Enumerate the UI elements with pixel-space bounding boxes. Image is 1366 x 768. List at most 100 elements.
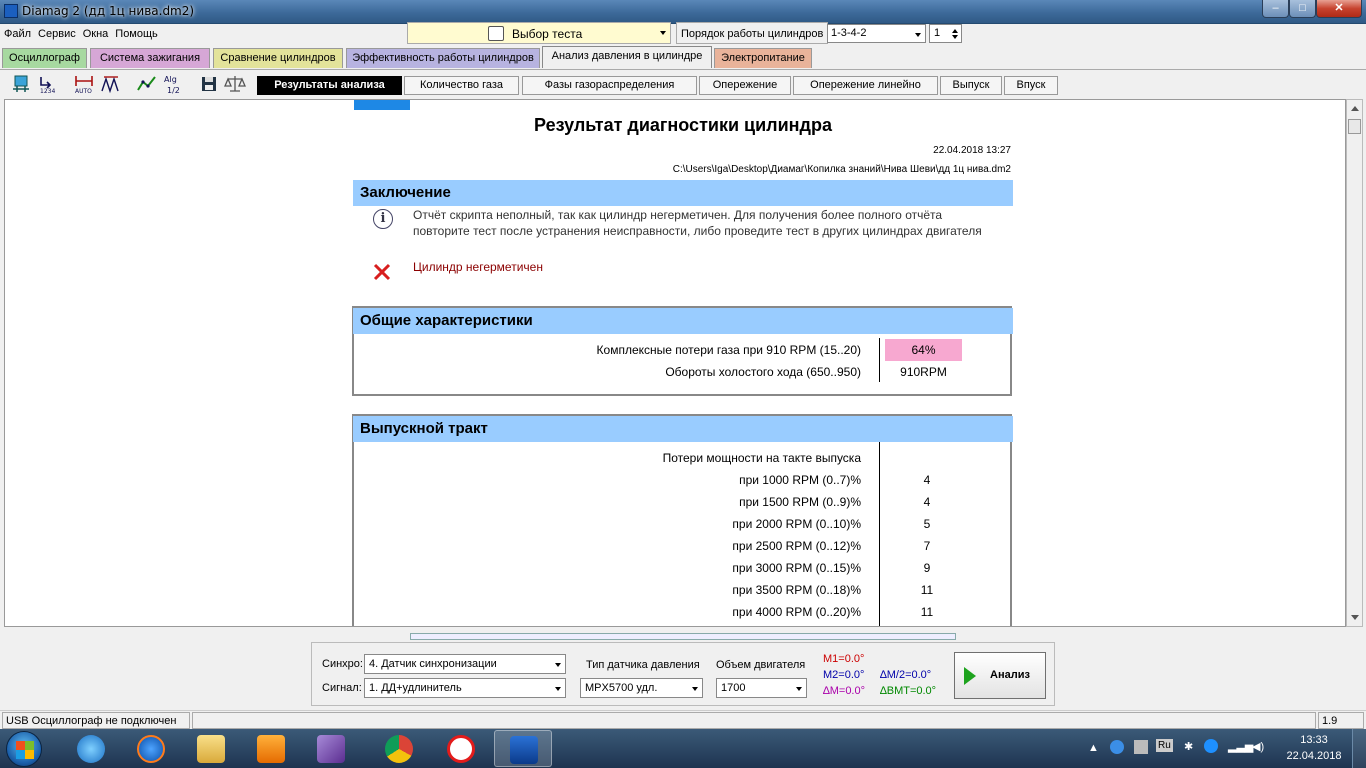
test-select-value: Выбор теста bbox=[512, 27, 583, 41]
chevron-down-icon bbox=[796, 687, 802, 691]
taskbar-chrome[interactable] bbox=[370, 730, 428, 767]
scroll-down-icon[interactable] bbox=[1351, 615, 1359, 620]
tab-cylinder-efficiency[interactable]: Эффективность работы цилиндров bbox=[346, 48, 540, 68]
window-title: Diamag 2 (дд 1ц нива.dm2) bbox=[22, 4, 195, 18]
clock-date: 22.04.2018 bbox=[1286, 750, 1342, 762]
tab-cylinder-compare[interactable]: Сравнение цилиндров bbox=[213, 48, 343, 68]
tab-oscilloscope[interactable]: Осциллограф bbox=[2, 48, 87, 68]
media-player-icon bbox=[257, 735, 285, 763]
engine-volume-select[interactable]: 1700 bbox=[716, 678, 807, 698]
exhaust-row-value: 4 bbox=[923, 473, 931, 487]
tab-analysis-results[interactable]: Результаты анализа bbox=[257, 76, 402, 95]
general-divider bbox=[879, 338, 880, 382]
idle-rpm-label: Обороты холостого хода (650..950) bbox=[665, 365, 861, 379]
windows-logo-lower bbox=[16, 750, 34, 759]
vertical-scrollbar[interactable] bbox=[1346, 99, 1363, 627]
report-date: 22.04.2018 13:27 bbox=[933, 145, 1011, 156]
exhaust-row-label: при 1000 RPM (0..7)% bbox=[739, 473, 861, 487]
status-spacer bbox=[192, 712, 1316, 729]
exhaust-row-label: при 2500 RPM (0..12)% bbox=[732, 539, 861, 553]
tray-monitor-icon[interactable] bbox=[1134, 740, 1148, 754]
taskbar-media-player[interactable] bbox=[242, 730, 300, 767]
report-title: Результат диагностики цилиндра bbox=[534, 115, 832, 135]
tab-exhaust[interactable]: Выпуск bbox=[940, 76, 1002, 95]
usb-status: USB Осциллограф не подключен bbox=[2, 712, 190, 729]
tab-valve-timing[interactable]: Фазы газораспределения bbox=[522, 76, 697, 95]
language-indicator[interactable]: Ru bbox=[1156, 739, 1173, 752]
version-status: 1.9 bbox=[1318, 712, 1364, 729]
bluetooth-icon[interactable]: ✱ bbox=[1184, 740, 1193, 753]
signal-select[interactable]: 1. ДД+удлинитель bbox=[364, 678, 566, 698]
show-desktop-button[interactable] bbox=[1352, 729, 1366, 768]
tray-e-icon[interactable] bbox=[1204, 739, 1218, 753]
cylinder-spinner[interactable]: 1 bbox=[929, 24, 962, 43]
report-area[interactable]: Результат диагностики цилиндра 22.04.201… bbox=[4, 99, 1346, 627]
tab-ignition[interactable]: Система зажигания bbox=[90, 48, 210, 68]
menu-file[interactable]: Файл bbox=[0, 24, 34, 40]
tray-app-icon[interactable] bbox=[1110, 740, 1124, 754]
tab-pressure-analysis[interactable]: Анализ давления в цилиндре bbox=[542, 46, 712, 68]
start-button[interactable] bbox=[6, 731, 42, 767]
test-gear-icon bbox=[488, 26, 504, 41]
maximize-button[interactable]: □ bbox=[1289, 0, 1316, 18]
taskbar-ccleaner[interactable] bbox=[122, 730, 180, 767]
menu-service[interactable]: Сервис bbox=[34, 24, 79, 40]
chevron-down-icon bbox=[692, 687, 698, 691]
gas-loss-label: Комплексные потери газа при 910 RPM (15.… bbox=[596, 343, 861, 357]
tab-intake[interactable]: Впуск bbox=[1004, 76, 1058, 95]
taskbar-explorer[interactable] bbox=[182, 730, 240, 767]
taskbar-diamag[interactable] bbox=[494, 730, 552, 767]
markers-icon[interactable] bbox=[100, 73, 122, 95]
visual-studio-icon bbox=[317, 735, 345, 763]
spin-down-icon[interactable] bbox=[952, 35, 958, 39]
cylinder-icon[interactable] bbox=[10, 73, 32, 95]
status-bar: USB Осциллограф не подключен 1.9 bbox=[0, 710, 1366, 729]
tab-gas-amount[interactable]: Количество газа bbox=[404, 76, 519, 95]
numbering-icon[interactable]: 1234 bbox=[38, 73, 60, 95]
cylinder-order-select[interactable]: 1-3-4-2 bbox=[827, 24, 926, 43]
taskbar-clock[interactable]: 13:33 22.04.2018 bbox=[1282, 732, 1346, 764]
scroll-thumb[interactable] bbox=[1348, 119, 1361, 134]
report-accent-bar bbox=[354, 100, 410, 110]
menu-help[interactable]: Помощь bbox=[111, 24, 161, 40]
tray-expand-icon[interactable]: ▲ bbox=[1088, 742, 1099, 754]
scales-icon[interactable] bbox=[224, 73, 246, 95]
tab-advance-linear[interactable]: Опережение линейно bbox=[793, 76, 938, 95]
chevron-down-icon bbox=[555, 663, 561, 667]
test-select-dropdown[interactable]: Выбор теста bbox=[407, 22, 671, 44]
auto-scale-icon[interactable]: AUTO bbox=[73, 73, 95, 95]
exhaust-row-value: 11 bbox=[920, 583, 934, 597]
scroll-up-icon[interactable] bbox=[1351, 106, 1359, 111]
network-signal-icon[interactable]: ▂▃▅ bbox=[1228, 740, 1253, 753]
sync-select[interactable]: 4. Датчик синхронизации bbox=[364, 654, 566, 674]
save-icon[interactable] bbox=[198, 73, 220, 95]
sensor-type-select[interactable]: MPX5700 удл. bbox=[580, 678, 703, 698]
algorithm-icon[interactable]: Alg 1/2 bbox=[162, 73, 184, 95]
line-graph-icon[interactable] bbox=[136, 73, 158, 95]
tab-power-supply[interactable]: Электропитание bbox=[714, 48, 812, 68]
analyze-button[interactable]: Анализ bbox=[954, 652, 1046, 699]
report-file-path: C:\Users\Iga\Desktop\Диамаг\Копилка знан… bbox=[672, 164, 1011, 175]
taskbar-yandex[interactable] bbox=[432, 730, 490, 767]
panel-splitter[interactable] bbox=[410, 633, 956, 640]
sync-value: 4. Датчик синхронизации bbox=[369, 658, 497, 670]
volume-icon[interactable]: ◀) bbox=[1252, 740, 1264, 753]
clock-time: 13:33 bbox=[1300, 734, 1328, 746]
chevron-down-icon bbox=[555, 687, 561, 691]
sensor-type-label: Тип датчика давления bbox=[586, 659, 700, 671]
minimize-button[interactable]: – bbox=[1262, 0, 1289, 18]
taskbar-visual-studio[interactable] bbox=[302, 730, 360, 767]
taskbar-ie[interactable] bbox=[62, 730, 120, 767]
svg-text:1/2: 1/2 bbox=[167, 86, 180, 95]
info-icon: i bbox=[373, 209, 393, 229]
spin-up-icon[interactable] bbox=[952, 29, 958, 33]
yandex-icon bbox=[447, 735, 475, 763]
close-button[interactable]: ✕ bbox=[1316, 0, 1362, 18]
exhaust-row-label: при 3000 RPM (0..15)% bbox=[732, 561, 861, 575]
app-icon bbox=[4, 4, 18, 18]
tab-advance[interactable]: Опережение bbox=[699, 76, 791, 95]
exhaust-row-value: 5 bbox=[923, 517, 931, 531]
delta-m-half-value: ∆M/2=0.0° bbox=[880, 669, 932, 681]
chevron-down-icon bbox=[660, 31, 666, 35]
menu-windows[interactable]: Окна bbox=[79, 24, 112, 40]
